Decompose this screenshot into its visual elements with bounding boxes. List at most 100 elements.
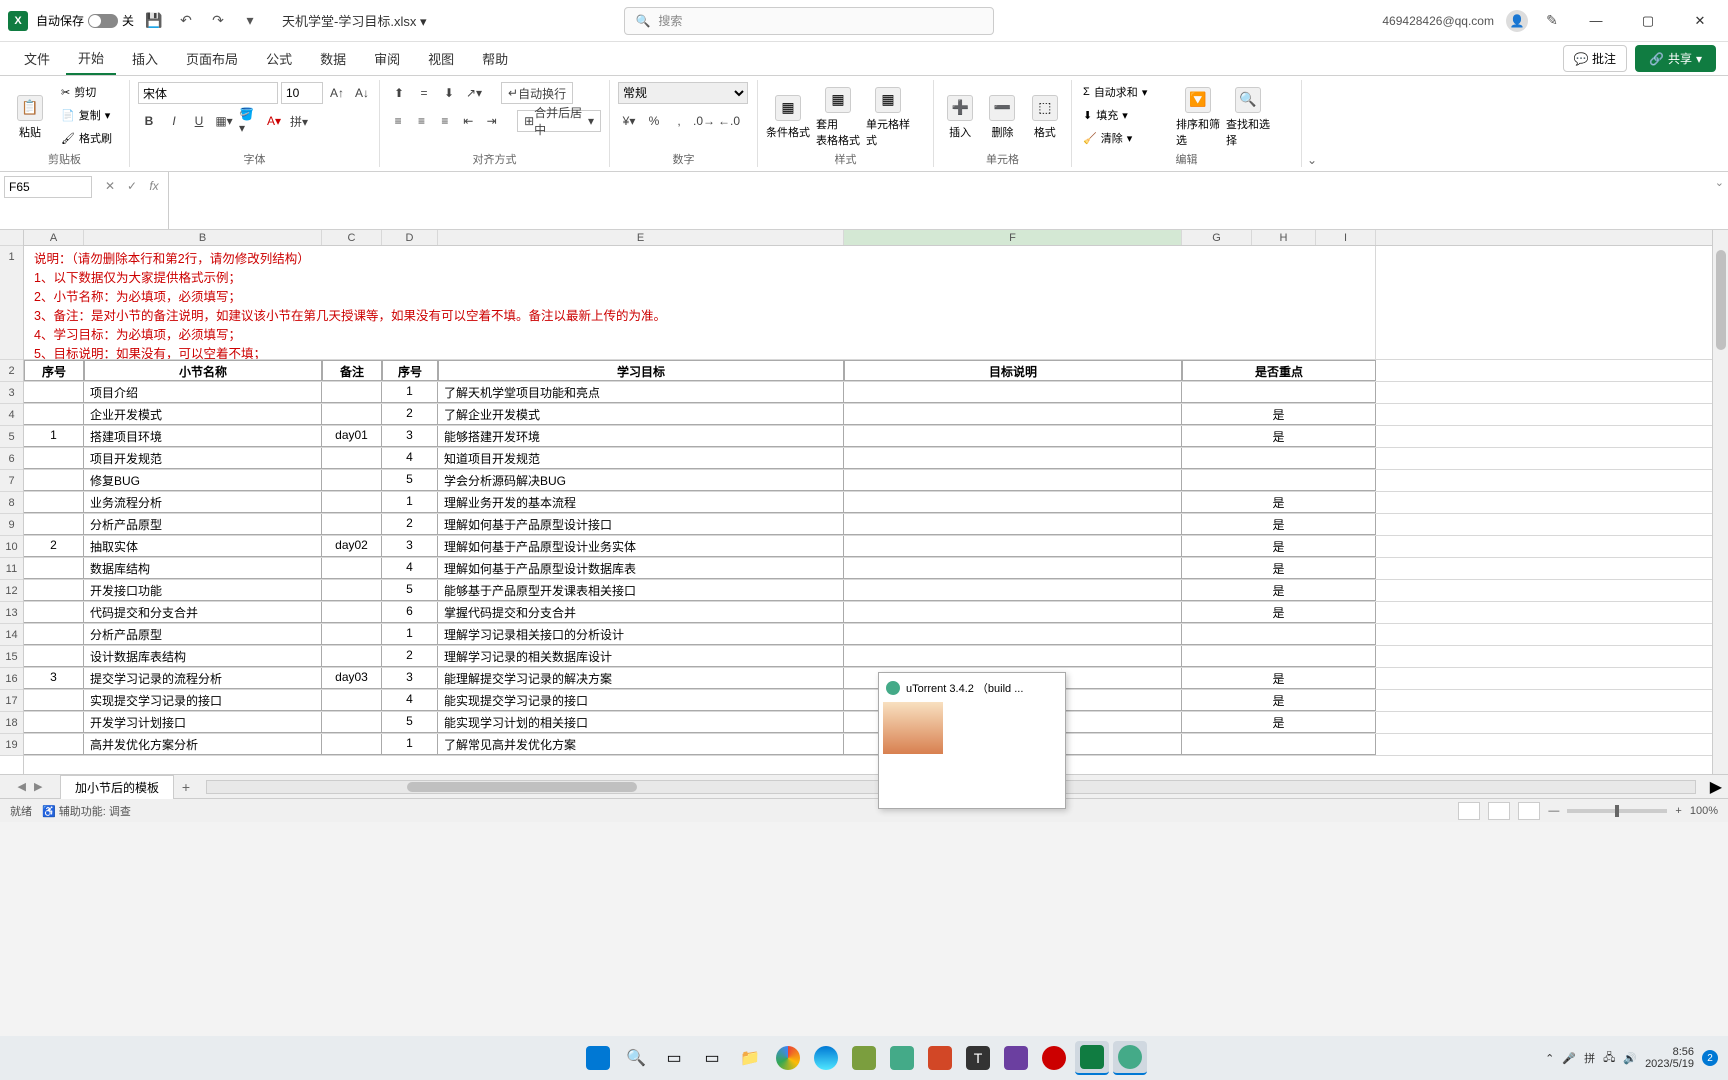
cell[interactable]: 是	[1182, 492, 1376, 513]
cell[interactable]	[844, 536, 1182, 557]
cell[interactable]: 1	[24, 426, 84, 447]
cell[interactable]	[844, 580, 1182, 601]
cell[interactable]	[1182, 448, 1376, 469]
align-center-icon[interactable]: ≡	[411, 110, 431, 132]
cell[interactable]: 能实现提交学习记录的接口	[438, 690, 844, 711]
cell[interactable]	[844, 448, 1182, 469]
cell[interactable]: 分析产品原型	[84, 514, 322, 535]
cell[interactable]: 理解如何基于产品原型设计数据库表	[438, 558, 844, 579]
cell[interactable]: 1	[382, 492, 438, 513]
autosum-button[interactable]: Σ 自动求和 ▾	[1080, 82, 1170, 102]
cell[interactable]	[844, 514, 1182, 535]
cell[interactable]: 6	[382, 602, 438, 623]
tray-network-icon[interactable]: 🖧	[1603, 1049, 1615, 1068]
col-header-b[interactable]: B	[84, 230, 322, 245]
cell[interactable]: 4	[382, 690, 438, 711]
font-size-select[interactable]	[281, 82, 323, 104]
cell[interactable]	[24, 602, 84, 623]
insert-cells-button[interactable]: ➕插入	[942, 82, 978, 152]
autosave-toggle[interactable]: 自动保存 关	[36, 12, 134, 29]
header-seq1[interactable]: 序号	[24, 360, 84, 381]
cell[interactable]: 分析产品原型	[84, 624, 322, 645]
col-header-e[interactable]: E	[438, 230, 844, 245]
cell[interactable]	[1182, 382, 1376, 403]
cell[interactable]: 能理解提交学习记录的解决方案	[438, 668, 844, 689]
header-key[interactable]: 是否重点	[1182, 360, 1376, 381]
header-remark[interactable]: 备注	[322, 360, 382, 381]
cell[interactable]: 3	[24, 668, 84, 689]
find-select-button[interactable]: 🔍查找和选择	[1226, 82, 1270, 152]
cell[interactable]: 提交学习记录的流程分析	[84, 668, 322, 689]
format-table-button[interactable]: ▦套用 表格格式	[816, 82, 860, 152]
cell[interactable]: 2	[382, 646, 438, 667]
phonetic-button[interactable]: 拼▾	[288, 110, 310, 132]
header-seq2[interactable]: 序号	[382, 360, 438, 381]
cell[interactable]: 是	[1182, 602, 1376, 623]
align-top-icon[interactable]: ⬆	[388, 82, 410, 104]
redo-icon[interactable]: ↷	[206, 9, 230, 33]
tray-mic-icon[interactable]: 🎤	[1562, 1052, 1576, 1065]
cell[interactable]	[24, 646, 84, 667]
cell[interactable]	[322, 734, 382, 755]
cell[interactable]	[844, 492, 1182, 513]
share-button[interactable]: 🔗 共享 ▾	[1635, 45, 1716, 72]
align-bottom-icon[interactable]: ⬇	[438, 82, 460, 104]
row-header[interactable]: 17	[0, 690, 23, 712]
fill-color-button[interactable]: 🪣▾	[238, 110, 260, 132]
col-header-h[interactable]: H	[1252, 230, 1316, 245]
cell[interactable]	[322, 404, 382, 425]
cell[interactable]: 5	[382, 470, 438, 491]
zoom-out-icon[interactable]: —	[1548, 805, 1559, 817]
explorer-icon[interactable]: 📁	[733, 1041, 767, 1075]
tab-home[interactable]: 开始	[66, 42, 116, 75]
vertical-scrollbar[interactable]	[1712, 230, 1728, 774]
wrap-text-button[interactable]: ↵ 自动换行	[501, 82, 573, 104]
cell[interactable]: 3	[382, 536, 438, 557]
cell[interactable]: 了解企业开发模式	[438, 404, 844, 425]
cell[interactable]: 5	[382, 712, 438, 733]
sheet-prev-icon[interactable]: ◀	[18, 780, 26, 793]
cell[interactable]: 是	[1182, 426, 1376, 447]
row-header[interactable]: 7	[0, 470, 23, 492]
cell[interactable]	[844, 470, 1182, 491]
cell[interactable]	[24, 558, 84, 579]
cell[interactable]	[1182, 470, 1376, 491]
tab-formulas[interactable]: 公式	[254, 43, 304, 74]
col-header-a[interactable]: A	[24, 230, 84, 245]
record-icon[interactable]	[1037, 1041, 1071, 1075]
border-button[interactable]: ▦▾	[213, 110, 235, 132]
cell[interactable]: 数据库结构	[84, 558, 322, 579]
save-icon[interactable]: 💾	[142, 9, 166, 33]
taskbar-preview-popup[interactable]: uTorrent 3.4.2 （build ...	[878, 672, 1066, 809]
tab-data[interactable]: 数据	[308, 43, 358, 74]
header-goal-desc[interactable]: 目标说明	[844, 360, 1182, 381]
row-header[interactable]: 14	[0, 624, 23, 646]
normal-view-icon[interactable]	[1458, 802, 1480, 820]
row-header[interactable]: 11	[0, 558, 23, 580]
cell[interactable]: 项目介绍	[84, 382, 322, 403]
cell[interactable]	[24, 734, 84, 755]
cell[interactable]: 掌握代码提交和分支合并	[438, 602, 844, 623]
row-header[interactable]: 2	[0, 360, 23, 382]
cell[interactable]: 业务流程分析	[84, 492, 322, 513]
row-header[interactable]: 8	[0, 492, 23, 514]
font-name-select[interactable]	[138, 82, 278, 104]
cell[interactable]: 开发接口功能	[84, 580, 322, 601]
cell[interactable]	[322, 712, 382, 733]
header-goal[interactable]: 学习目标	[438, 360, 844, 381]
cell[interactable]	[322, 492, 382, 513]
cell[interactable]: 代码提交和分支合并	[84, 602, 322, 623]
sort-filter-button[interactable]: 🔽排序和筛选	[1176, 82, 1220, 152]
cell[interactable]	[322, 646, 382, 667]
cell[interactable]	[844, 426, 1182, 447]
row-header[interactable]: 16	[0, 668, 23, 690]
user-email[interactable]: 469428426@qq.com	[1382, 14, 1494, 28]
cell[interactable]: 了解常见高并发优化方案	[438, 734, 844, 755]
cell[interactable]: 理解业务开发的基本流程	[438, 492, 844, 513]
cell[interactable]	[24, 690, 84, 711]
cell[interactable]: 是	[1182, 580, 1376, 601]
delete-cells-button[interactable]: ➖删除	[984, 82, 1020, 152]
name-box[interactable]	[4, 176, 92, 198]
enter-formula-icon[interactable]: ✓	[122, 176, 142, 196]
row-header[interactable]: 9	[0, 514, 23, 536]
